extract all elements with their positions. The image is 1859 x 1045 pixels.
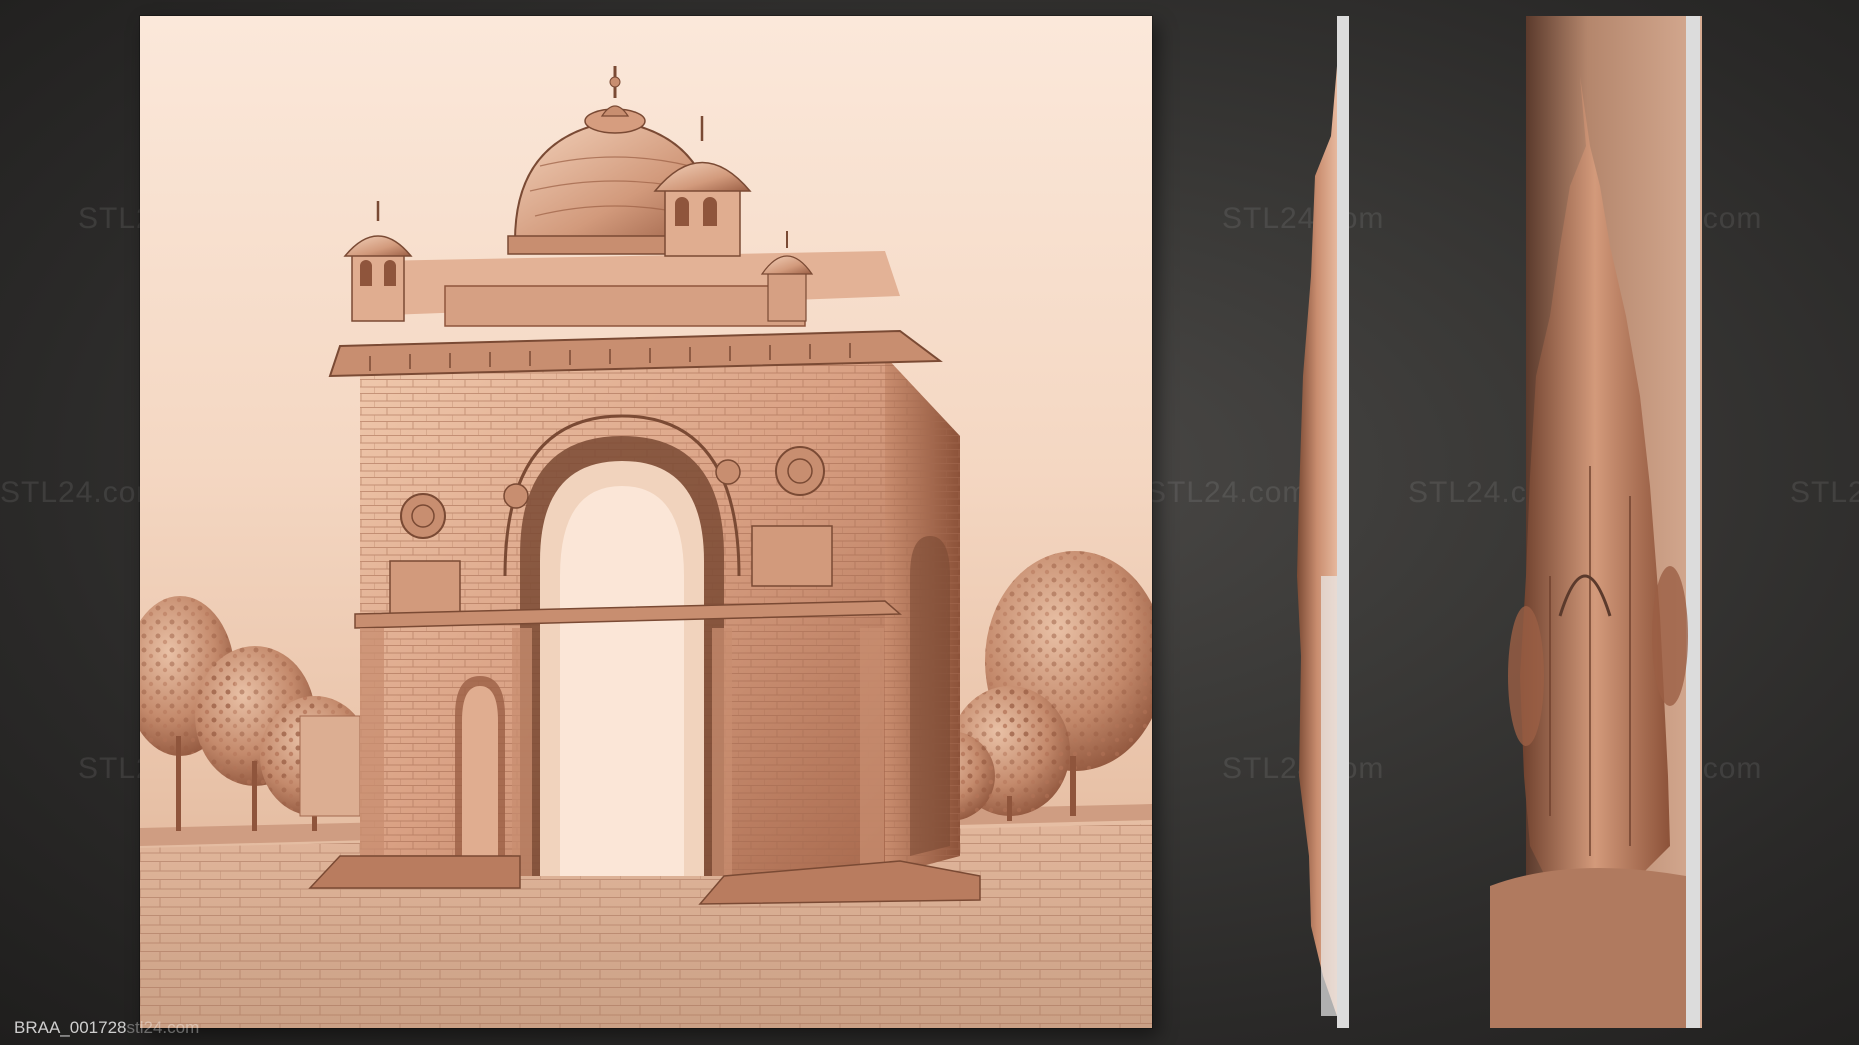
left-trees — [140, 596, 370, 831]
relief-side-profile-narrow — [1293, 16, 1349, 1028]
watermark: STL24.com — [0, 476, 163, 509]
relief-angled-view — [1490, 16, 1716, 1028]
watermark: STL24.com — [1790, 476, 1859, 509]
viewer-stage: STL24.com STL24.com STL24.com STL24.com … — [0, 0, 1859, 1045]
site-name: stl24.com — [126, 1018, 200, 1037]
image-code-caption: BRAA_001728stl24.com — [14, 1018, 199, 1038]
image-code: BRAA_001728 — [14, 1018, 127, 1037]
gate-relief-illustration — [140, 66, 1152, 1028]
relief-front-view — [140, 16, 1152, 1028]
watermark: STL24.com — [1146, 476, 1309, 509]
right-chhatri — [653, 116, 752, 257]
left-chhatri — [343, 201, 413, 322]
